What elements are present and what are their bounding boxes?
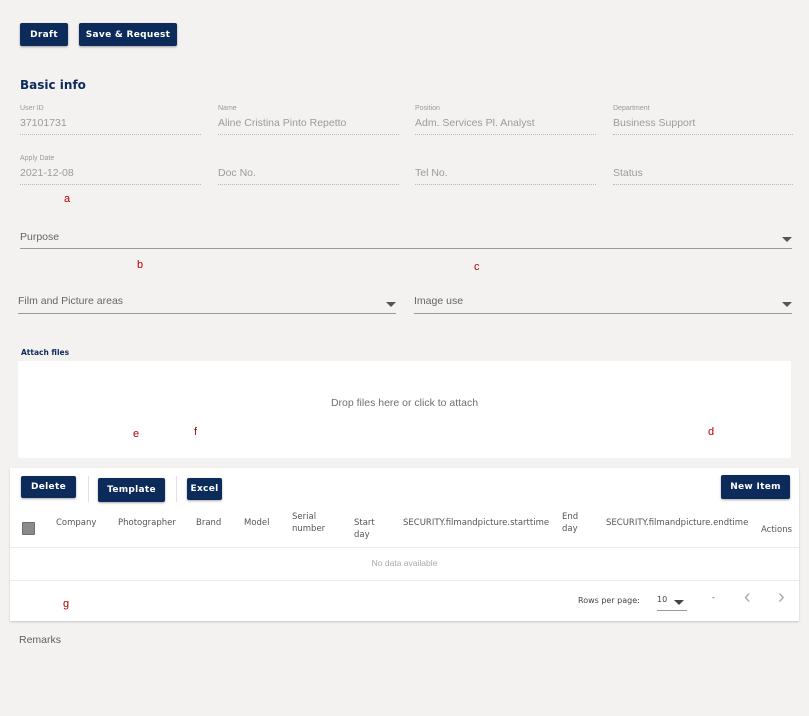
marker-f: f xyxy=(194,426,198,438)
name-label: Name xyxy=(218,105,237,112)
col-company[interactable]: Company xyxy=(56,517,96,529)
user-id-label: User ID xyxy=(20,105,44,112)
purpose-select[interactable]: Purpose xyxy=(20,228,792,249)
marker-a: a xyxy=(64,193,71,205)
marker-g: g xyxy=(63,598,70,610)
col-start-day[interactable]: Start day xyxy=(354,517,376,541)
position-value: Adm. Services Pl. Analyst xyxy=(415,117,535,129)
rows-per-page-label: Rows per page: xyxy=(578,596,640,605)
template-button[interactable]: Template xyxy=(98,478,165,502)
doc-no-field[interactable]: Doc No. xyxy=(218,155,399,185)
excel-button[interactable]: Excel xyxy=(187,478,222,500)
chevron-down-icon xyxy=(782,302,792,307)
col-serial-number[interactable]: Serial number xyxy=(292,511,332,535)
dropzone-text: Drop files here or click to attach xyxy=(330,397,479,409)
chevron-down-icon xyxy=(386,302,396,307)
apply-date-label: Apply Date xyxy=(20,155,55,162)
select-all-checkbox[interactable] xyxy=(22,522,35,535)
col-starttime[interactable]: SECURITY.filmandpicture.starttime xyxy=(403,517,549,529)
user-id-field: User ID 37101731 xyxy=(20,105,201,135)
status-field[interactable]: Status xyxy=(613,155,793,185)
position-label: Position xyxy=(415,105,440,112)
doc-no-placeholder: Doc No. xyxy=(218,167,256,179)
name-field: Name Aline Cristina Pinto Repetto xyxy=(218,105,399,135)
apply-date-value: 2021-12-08 xyxy=(20,167,74,179)
col-endtime[interactable]: SECURITY.filmandpicture.endtime xyxy=(606,517,748,529)
department-field: Department Business Support xyxy=(613,105,793,135)
col-model[interactable]: Model xyxy=(244,517,270,529)
apply-date-field: Apply Date 2021-12-08 xyxy=(20,155,201,185)
remarks-label: Remarks xyxy=(19,634,62,646)
status-placeholder: Status xyxy=(613,167,643,179)
chevron-down-icon xyxy=(674,600,684,605)
marker-b: b xyxy=(137,259,144,271)
rows-per-page-select[interactable]: 10 xyxy=(657,592,687,611)
col-end-day[interactable]: End day xyxy=(562,511,582,535)
purpose-placeholder: Purpose xyxy=(20,231,60,243)
basic-info-title: Basic info xyxy=(20,78,86,92)
marker-d: d xyxy=(708,426,715,438)
image-use-placeholder: Image use xyxy=(414,295,464,307)
file-dropzone[interactable]: Drop files here or click to attach xyxy=(18,361,791,458)
delete-button[interactable]: Delete xyxy=(21,476,76,498)
position-field: Position Adm. Services Pl. Analyst xyxy=(415,105,596,135)
marker-e: e xyxy=(133,428,140,440)
chevron-down-icon xyxy=(782,237,792,242)
attach-files-label: Attach files xyxy=(21,348,70,357)
film-picture-areas-select[interactable]: Film and Picture areas xyxy=(18,292,396,314)
draft-button[interactable]: Draft xyxy=(20,23,68,46)
department-value: Business Support xyxy=(613,117,696,129)
name-value: Aline Cristina Pinto Repetto xyxy=(218,117,347,129)
user-id-value: 37101731 xyxy=(20,117,67,129)
tel-no-placeholder: Tel No. xyxy=(415,167,448,179)
film-picture-areas-placeholder: Film and Picture areas xyxy=(18,295,124,307)
no-data-message: No data available xyxy=(371,558,438,568)
image-use-select[interactable]: Image use xyxy=(414,292,792,314)
department-label: Department xyxy=(613,105,650,112)
items-table-card: Delete Template Excel New Item Company P… xyxy=(10,468,799,621)
chevron-right-icon[interactable]: › xyxy=(778,587,785,607)
page-range-text: - xyxy=(712,593,715,602)
col-photographer[interactable]: Photographer xyxy=(118,517,176,529)
new-item-button[interactable]: New Item xyxy=(721,475,790,499)
rows-per-page-value: 10 xyxy=(657,595,668,604)
col-actions[interactable]: Actions xyxy=(761,524,792,536)
tel-no-field[interactable]: Tel No. xyxy=(415,155,596,185)
col-brand[interactable]: Brand xyxy=(196,517,221,529)
marker-c: c xyxy=(474,261,480,273)
save-request-button[interactable]: Save & Request xyxy=(79,23,177,46)
chevron-left-icon[interactable]: ‹ xyxy=(744,587,751,607)
